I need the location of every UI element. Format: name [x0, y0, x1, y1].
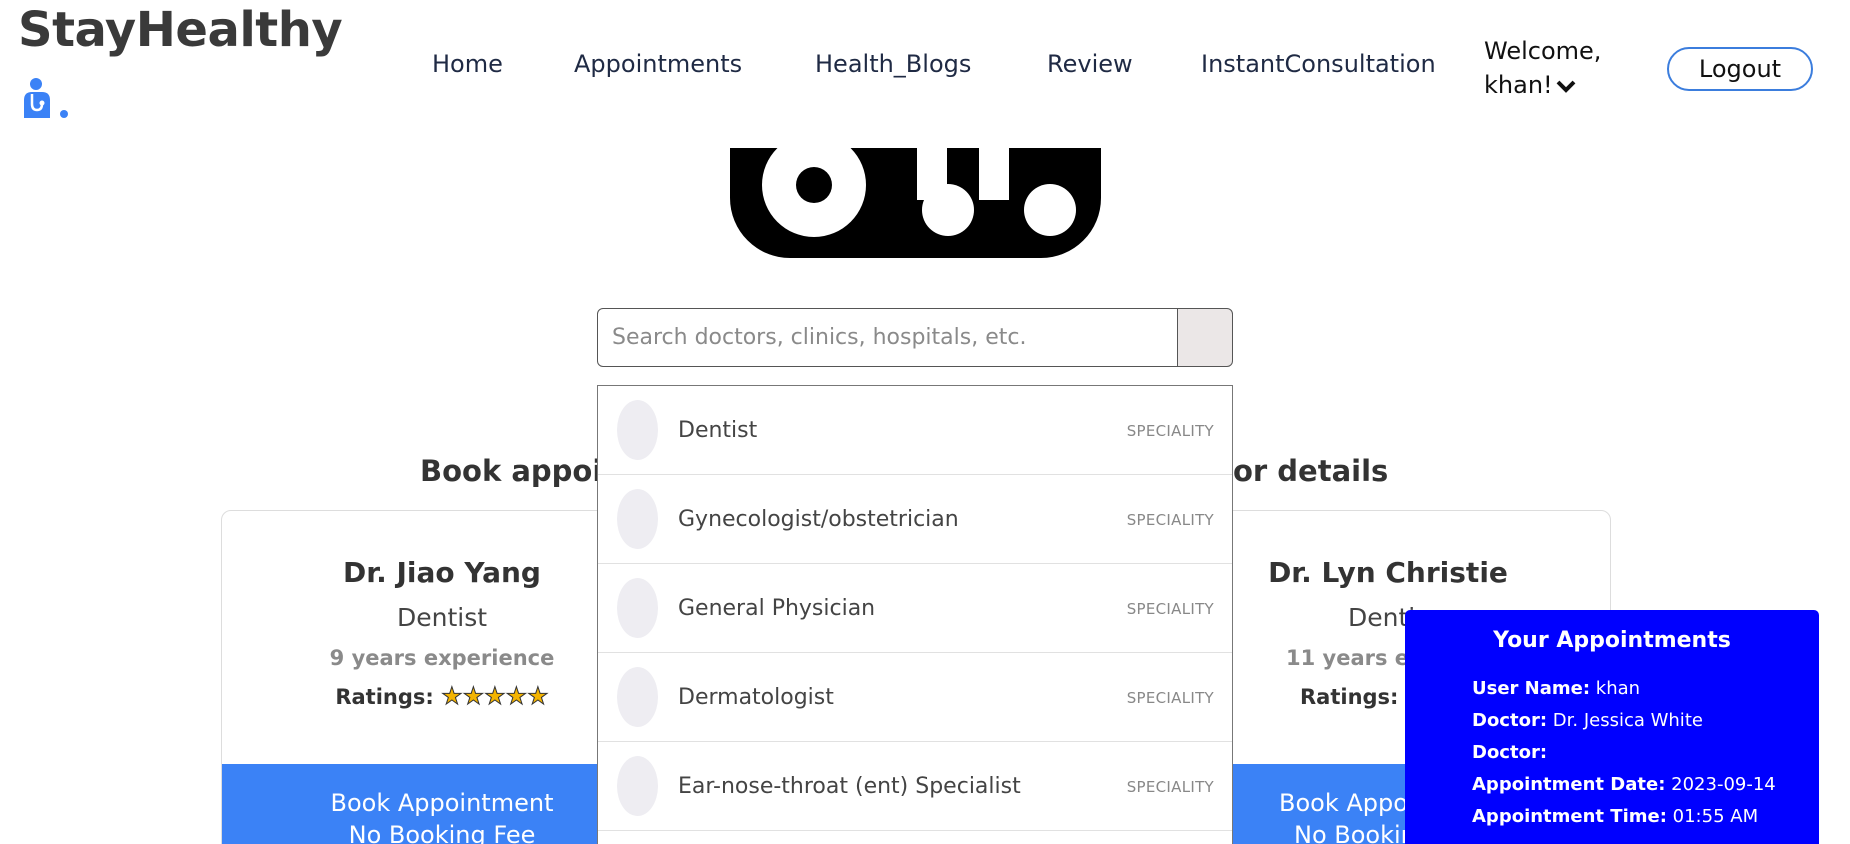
book-label: Book Appo: [1279, 789, 1408, 817]
fee-label: No Booking Fee: [348, 821, 536, 844]
appt-time-row: Appointment Time: 01:55 AM: [1472, 806, 1758, 827]
chevron-down-icon[interactable]: [1555, 75, 1577, 97]
book-appointment-button[interactable]: Book Appointment No Booking Fee: [222, 764, 662, 844]
suggestion-avatar: [617, 578, 658, 638]
suggestion-tag: SPECIALITY: [1126, 511, 1214, 529]
doctor-card: Dr. Jiao Yang Dentist 9 years experience…: [222, 510, 662, 711]
logout-button[interactable]: Logout: [1667, 47, 1813, 91]
nav-instant-consultation[interactable]: InstantConsultation: [1201, 50, 1436, 78]
nav-health-blogs[interactable]: Health_Blogs: [815, 50, 971, 78]
search-button[interactable]: [1177, 308, 1233, 367]
suggestion-avatar: [617, 667, 658, 727]
ratings-label: Ratings:: [335, 685, 434, 709]
navbar: StayHealthy Home Appointments Health_Blo…: [0, 0, 1850, 148]
suggestion-item[interactable]: Dermatologist SPECIALITY: [598, 653, 1232, 742]
search-suggestions-dropdown: Dentist SPECIALITY Gynecologist/obstetri…: [597, 385, 1233, 844]
doctor-speciality: Dentist: [396, 603, 488, 632]
appt-date-value: 2023-09-14: [1671, 774, 1776, 795]
doctor-icon: [24, 78, 68, 118]
appointments-title: Your Appointments: [1493, 628, 1731, 653]
appt-doctor-row: Doctor: Dr. Jessica White: [1472, 710, 1703, 731]
user-menu[interactable]: Welcome, khan!: [1484, 34, 1601, 102]
appt-time-value: 01:55 AM: [1672, 806, 1759, 827]
suggestion-label: Gynecologist/obstetrician: [678, 507, 959, 532]
suggestion-avatar: [617, 400, 658, 460]
appt-user-value: khan: [1595, 678, 1641, 699]
suggestion-tag: SPECIALITY: [1126, 689, 1214, 707]
appt-doctor-value: Dr. Jessica White: [1552, 710, 1703, 731]
nav-appointments[interactable]: Appointments: [574, 50, 742, 78]
username-text: khan!: [1484, 71, 1553, 99]
doctor-rating: Ratings: ★★★★★: [222, 682, 662, 711]
suggestion-item[interactable]: Gynecologist/obstetrician SPECIALITY: [598, 475, 1232, 564]
appointments-panel: Your Appointments User Name: khan Doctor…: [1405, 610, 1819, 844]
section-title-left: Book appoin: [420, 454, 623, 488]
star-icon: ★: [484, 682, 506, 711]
appt-date-row: Appointment Date: 2023-09-14: [1472, 774, 1776, 795]
nav-review[interactable]: Review: [1047, 50, 1133, 78]
star-icon: ★: [462, 682, 485, 711]
doctor-name: Dr. Lyn Christie: [1268, 556, 1508, 589]
doctor-experience: 9 years experience: [329, 646, 555, 670]
welcome-text: Welcome,: [1484, 37, 1602, 65]
suggestion-label: Ear-nose-throat (ent) Specialist: [678, 774, 1021, 799]
appt-user-row: User Name: khan: [1472, 678, 1640, 699]
appt-user-label: User Name:: [1472, 678, 1591, 699]
search-input[interactable]: [597, 308, 1179, 367]
suggestion-tag: SPECIALITY: [1126, 422, 1214, 440]
suggestion-label: Dentist: [678, 418, 758, 443]
star-icon: ★: [527, 682, 549, 711]
appt-date-label: Appointment Date:: [1472, 774, 1666, 795]
appt-doctor2-row: Doctor:: [1472, 742, 1547, 763]
doctor-name: Dr. Jiao Yang: [343, 556, 541, 589]
suggestion-tag: SPECIALITY: [1126, 778, 1214, 796]
nav-home[interactable]: Home: [432, 50, 503, 78]
book-label: Book Appointment: [330, 789, 554, 817]
suggestion-tag: SPECIALITY: [1126, 600, 1214, 618]
suggestion-item[interactable]: Ear-nose-throat (ent) Specialist SPECIAL…: [598, 742, 1232, 831]
appt-time-label: Appointment Time:: [1472, 806, 1667, 827]
suggestion-avatar: [617, 489, 658, 549]
appt-doctor2-label: Doctor:: [1472, 742, 1548, 763]
appt-doctor-label: Doctor:: [1472, 710, 1548, 731]
suggestion-label: General Physician: [678, 596, 876, 621]
ratings-label: Ratings:: [1300, 685, 1399, 709]
search-bar: [597, 308, 1233, 367]
suggestion-item[interactable]: General Physician SPECIALITY: [598, 564, 1232, 653]
star-icon: ★: [505, 682, 528, 711]
star-icon: ★: [441, 682, 463, 711]
brand-name[interactable]: StayHealthy: [18, 2, 343, 58]
suggestion-item[interactable]: Dentist SPECIALITY: [598, 386, 1232, 475]
suggestion-label: Dermatologist: [678, 685, 834, 710]
fee-label: No Bookin: [1294, 821, 1416, 844]
suggestion-avatar: [617, 756, 658, 816]
